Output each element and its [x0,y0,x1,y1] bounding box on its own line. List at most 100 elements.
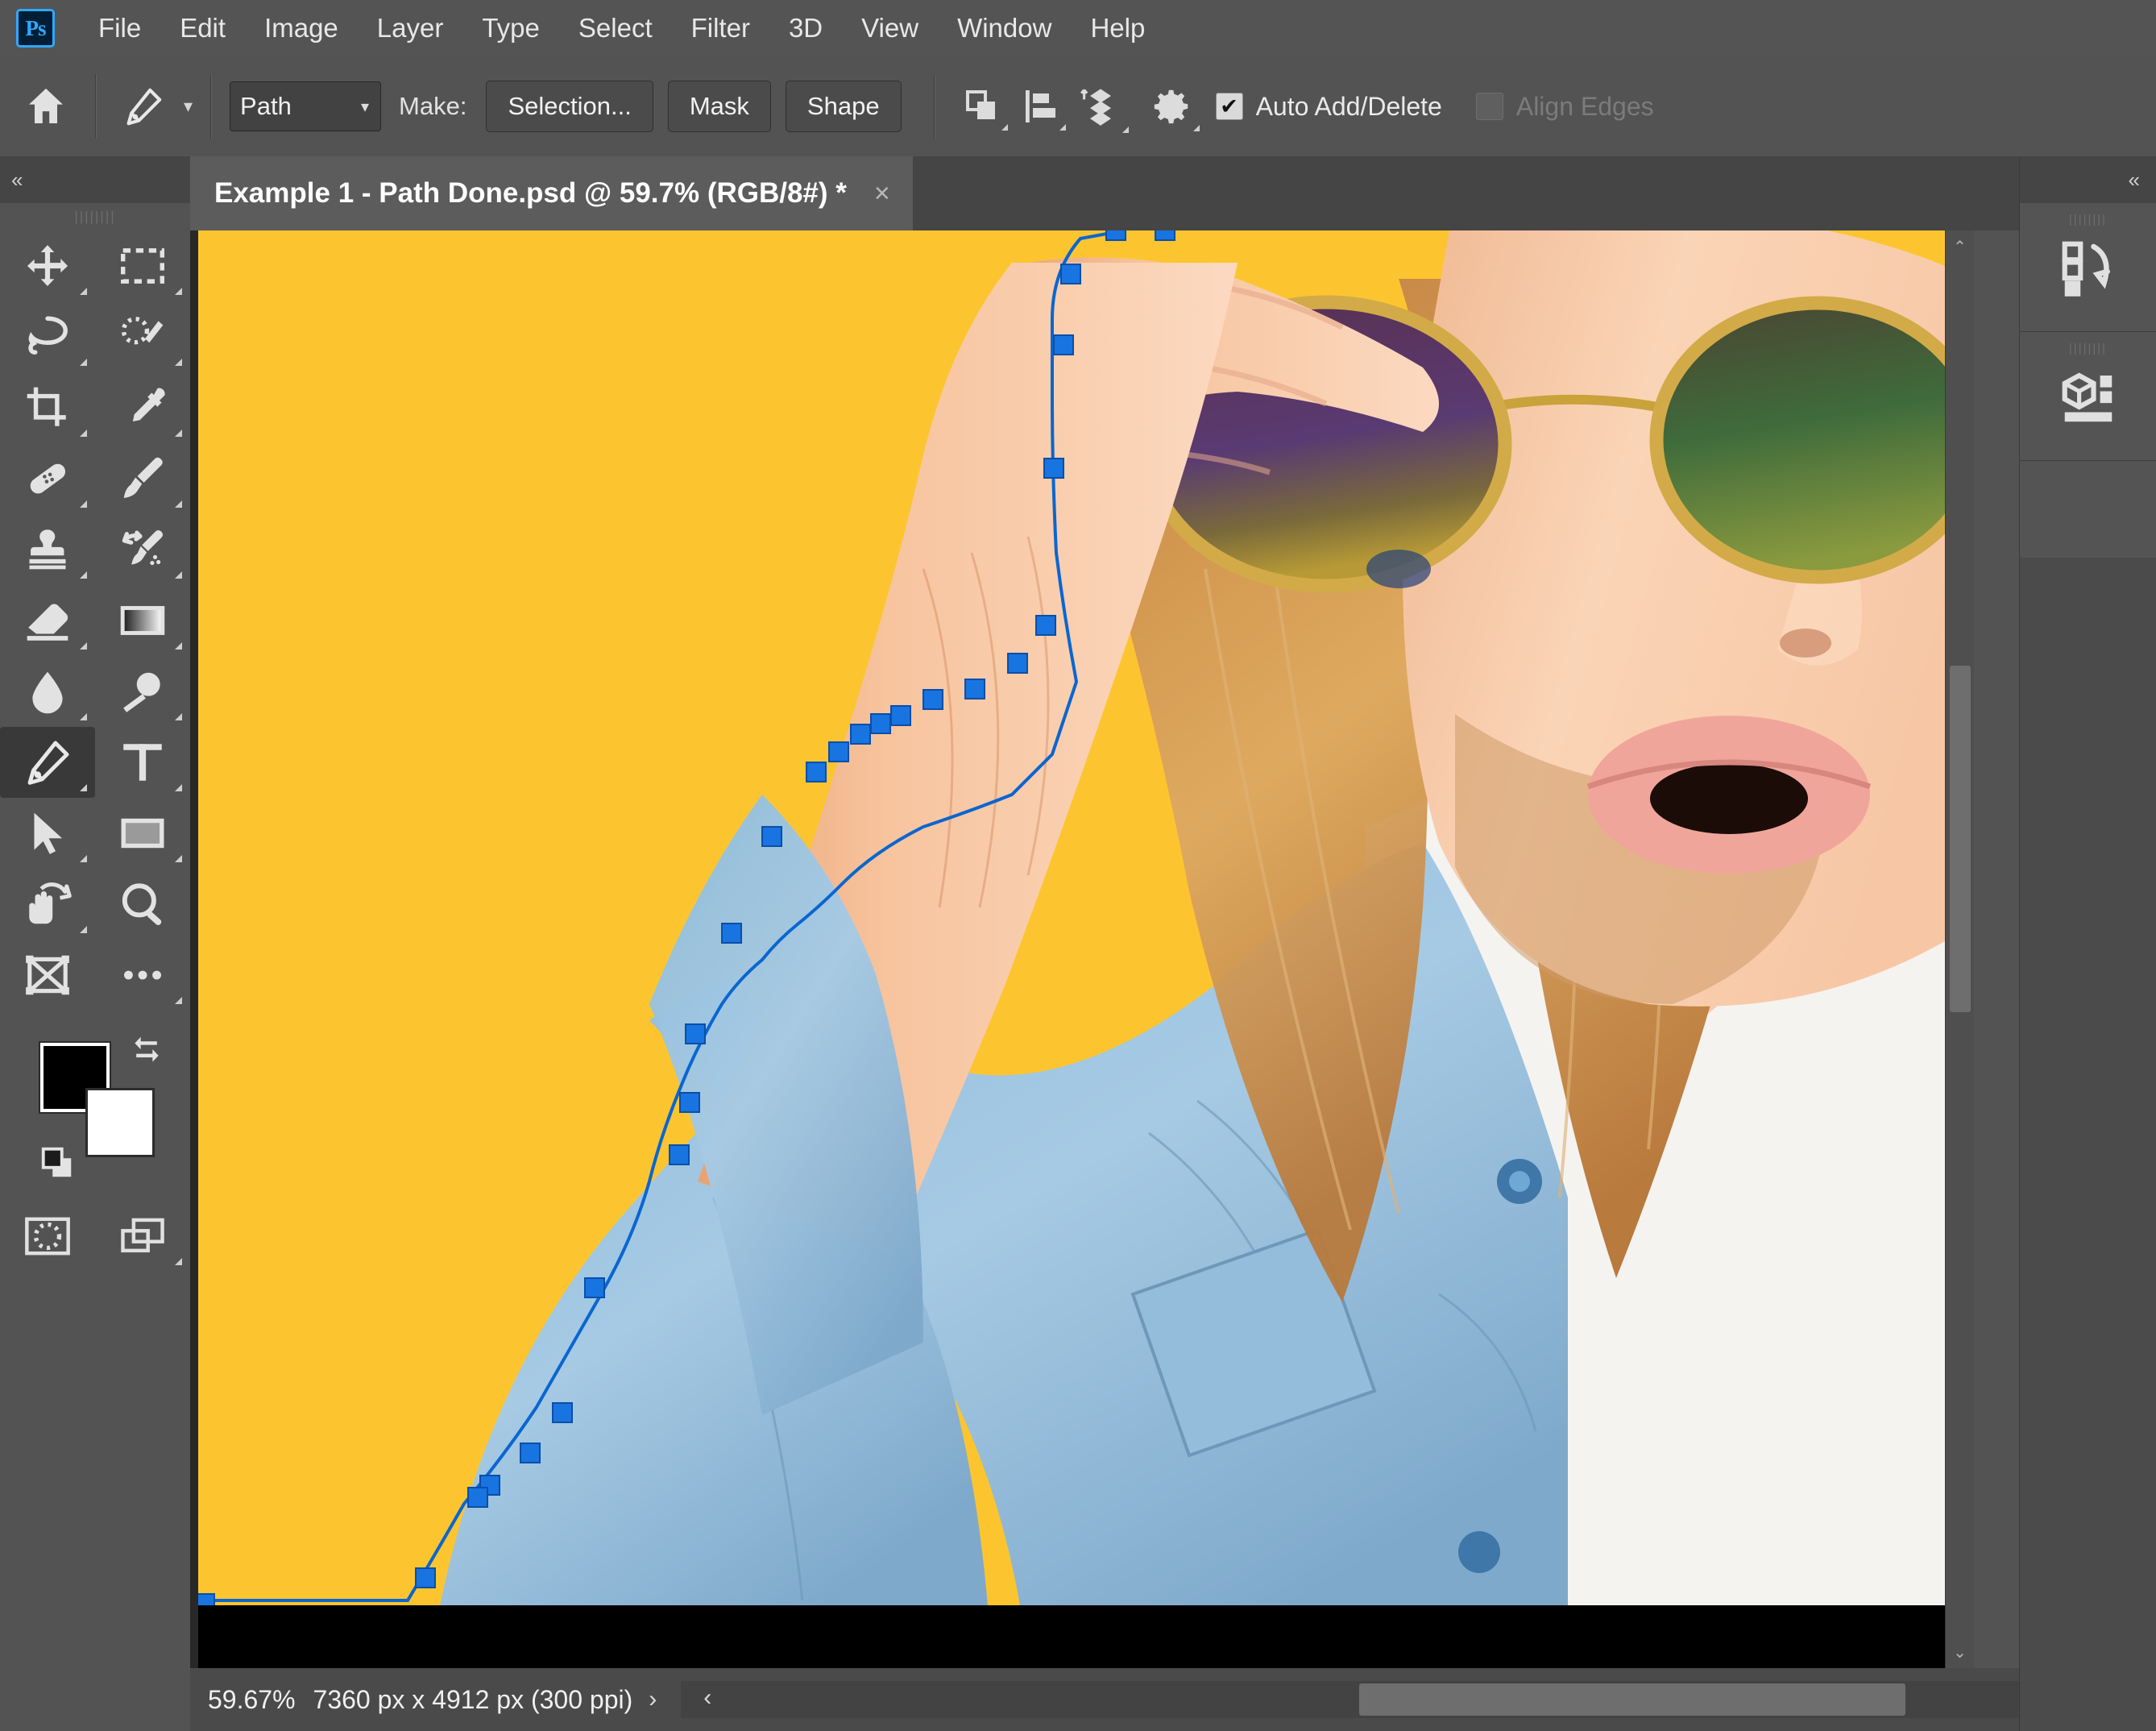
tool-eyedropper[interactable] [95,372,190,443]
tool-flyout-triangle-icon[interactable] [80,926,87,933]
screen-mode-button[interactable] [95,1201,190,1272]
canvas-area[interactable]: ⌃ ⌄ [190,230,1974,1668]
path-operations-icon[interactable] [953,77,1011,135]
background-color-swatch[interactable] [85,1088,155,1157]
scroll-down-icon[interactable]: ⌄ [1946,1636,1974,1668]
document-artwork[interactable] [198,230,1974,1605]
path-arrangement-icon[interactable] [1069,75,1132,138]
tool-rectangle[interactable] [95,798,190,869]
quick-mask-button[interactable] [0,1201,95,1272]
gradient-icon [120,606,165,635]
menu-layer[interactable]: Layer [358,0,463,56]
menu-file[interactable]: File [79,0,160,56]
pen-tool-icon[interactable] [114,77,172,135]
horizontal-scroll-thumb[interactable] [1359,1683,1905,1716]
panel-drag-grip-2[interactable]: |||||||| [2020,342,2156,355]
tool-flyout-triangle-icon[interactable] [175,642,182,650]
tool-flyout-triangle-icon[interactable] [80,713,87,720]
menu-edit[interactable]: Edit [160,0,245,56]
magnifier-icon [122,883,162,925]
tool-zoom[interactable] [95,869,190,940]
document-tab-title: Example 1 - Path Done.psd @ 59.7% (RGB/8… [214,177,847,209]
scroll-up-icon[interactable]: ⌃ [1946,230,1974,263]
make-selection-button[interactable]: Selection... [486,81,653,132]
tool-frame[interactable] [0,940,95,1011]
tool-gradient[interactable] [95,585,190,656]
document-tab[interactable]: Example 1 - Path Done.psd @ 59.7% (RGB/8… [190,156,913,230]
menu-3d[interactable]: 3D [769,0,842,56]
tool-marquee[interactable] [95,230,190,301]
tools-collapse-button[interactable]: « [0,156,190,203]
tool-blur[interactable] [0,656,95,727]
menu-help[interactable]: Help [1071,0,1164,56]
path-mode-select[interactable]: Path ▾ [230,81,382,131]
vertical-scroll-thumb[interactable] [1950,666,1971,1012]
panel-icon-3d[interactable]: |||||||| [2020,332,2156,461]
pen-tool-icon [27,741,69,785]
make-mask-button[interactable]: Mask [667,81,771,132]
tool-flyout-triangle-icon[interactable] [175,288,182,295]
status-expand-icon[interactable]: › [649,1686,657,1713]
tool-flyout-triangle-icon[interactable] [80,571,87,579]
tool-flyout-triangle-icon[interactable] [80,288,87,295]
tool-lasso[interactable] [0,301,95,372]
tool-crop[interactable] [0,372,95,443]
make-shape-button[interactable]: Shape [785,81,902,132]
menu-image[interactable]: Image [245,0,358,56]
tool-path-selection[interactable] [0,798,95,869]
tool-edit-toolbar[interactable] [95,940,190,1011]
tool-flyout-triangle-icon[interactable] [175,713,182,720]
tool-brush[interactable] [95,443,190,514]
tool-flyout-triangle-icon[interactable] [175,784,182,791]
document-dimensions: 7360 px x 4912 px (300 ppi) [313,1684,633,1714]
tool-flyout-triangle-icon[interactable] [80,359,87,366]
panel-drag-grip[interactable]: |||||||| [2020,213,2156,226]
swap-colors-icon[interactable] [129,1033,164,1073]
tool-flyout-triangle-icon[interactable] [80,430,87,437]
scroll-left-icon[interactable]: ‹ [703,1684,711,1712]
close-icon[interactable]: × [874,180,890,207]
tool-pen[interactable] [0,727,95,798]
canvas-horizontal-scrollbar[interactable]: ‹ [681,1681,2156,1718]
tool-type[interactable] [95,727,190,798]
tool-clone-stamp[interactable] [0,514,95,585]
home-icon[interactable] [15,75,77,138]
tool-dodge[interactable] [95,656,190,727]
tool-flyout-triangle-icon[interactable] [80,500,87,508]
tool-healing-brush[interactable] [0,443,95,514]
panels-collapse-button[interactable]: « [2020,156,2156,203]
tool-move[interactable] [0,230,95,301]
panel-icon-history[interactable]: |||||||| [2020,203,2156,332]
tool-preset-chevron-down-icon[interactable]: ▾ [184,98,193,115]
tool-flyout-triangle-icon[interactable] [175,359,182,366]
menu-filter[interactable]: Filter [672,0,769,56]
gear-icon[interactable] [1140,75,1203,138]
menu-type[interactable]: Type [462,0,559,56]
path-alignment-icon[interactable] [1011,77,1069,135]
default-colors-icon[interactable] [39,1144,76,1185]
ellipsis-icon [124,970,161,980]
tool-history-brush[interactable] [95,514,190,585]
tool-flyout-triangle-icon[interactable] [80,642,87,650]
tool-flyout-triangle-icon[interactable] [80,784,87,791]
menu-view[interactable]: View [842,0,938,56]
auto-add-delete-checkbox[interactable]: ✔ [1215,93,1243,120]
menu-select[interactable]: Select [559,0,672,56]
canvas-vertical-scrollbar[interactable]: ⌃ ⌄ [1945,230,1974,1668]
tool-object-selection[interactable] [95,301,190,372]
cube-3d-panel-icon [2062,372,2112,421]
menu-window[interactable]: Window [938,0,1071,56]
tool-flyout-triangle-icon[interactable] [80,855,87,862]
tools-drag-grip[interactable]: |||||||| [0,203,190,230]
tool-flyout-triangle-icon[interactable] [175,500,182,508]
rectangular-marquee-icon [121,248,164,284]
tool-flyout-triangle-icon[interactable] [175,855,182,862]
tool-flyout-triangle-icon[interactable] [175,997,182,1004]
zoom-level[interactable]: 59.67% [208,1685,296,1715]
tool-flyout-triangle-icon[interactable] [175,430,182,437]
tool-hand[interactable] [0,869,95,940]
options-divider-2 [210,74,213,139]
status-bar: 59.67% 7360 px x 4912 px (300 ppi) › ‹ [190,1668,2156,1731]
tool-eraser[interactable] [0,585,95,656]
tool-flyout-triangle-icon[interactable] [175,571,182,579]
